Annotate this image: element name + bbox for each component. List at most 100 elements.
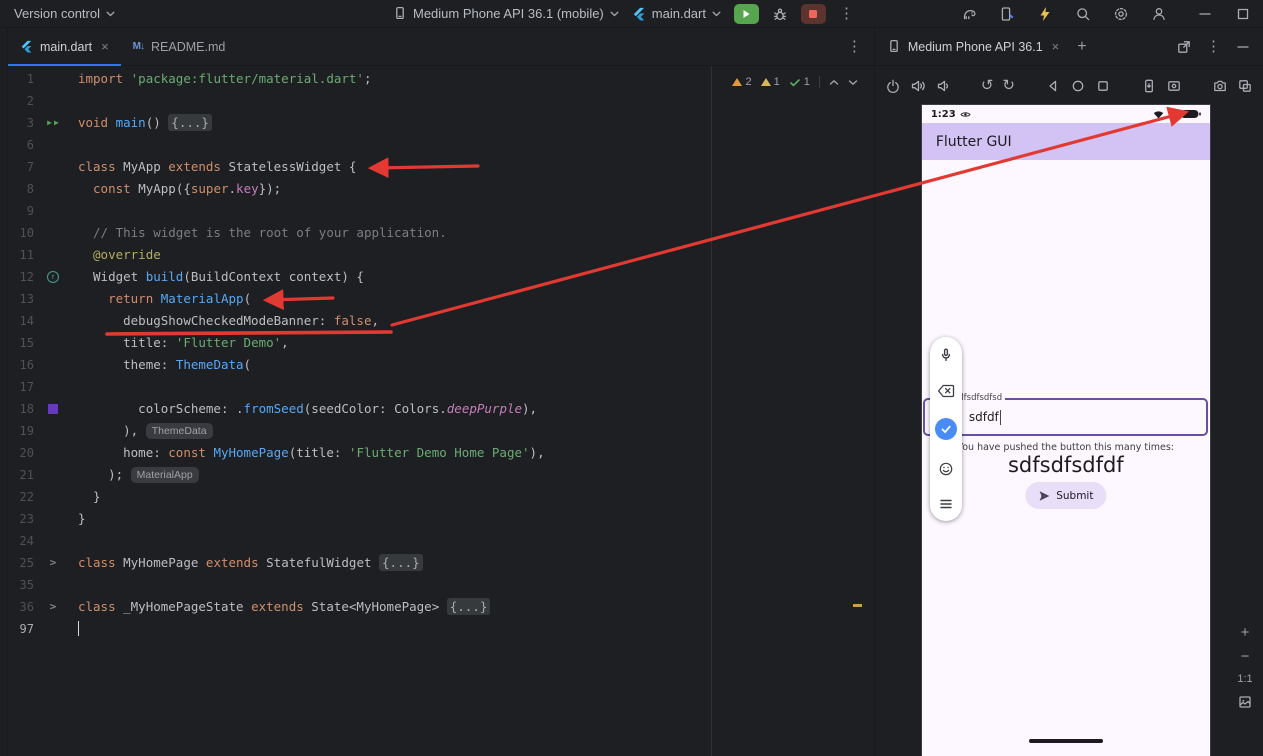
code-line[interactable]: 13 return MaterialApp( bbox=[8, 288, 874, 310]
code-line[interactable]: 24 bbox=[8, 530, 874, 552]
home-icon[interactable] bbox=[1070, 78, 1086, 94]
stop-button[interactable] bbox=[800, 3, 826, 24]
line-number: 16 bbox=[19, 358, 34, 372]
prev-problem-icon[interactable] bbox=[829, 79, 839, 86]
device-selector[interactable]: Medium Phone API 36.1 (mobile) bbox=[393, 6, 619, 21]
rotate-right-icon[interactable]: ↻ bbox=[1002, 78, 1015, 93]
add-device-icon[interactable]: + bbox=[1077, 38, 1086, 55]
emoji-icon[interactable] bbox=[938, 461, 954, 477]
code-editor[interactable]: 1 import 'package:flutter/material.dart';… bbox=[8, 66, 874, 756]
close-tab-icon[interactable]: × bbox=[101, 39, 109, 54]
minimize-icon[interactable] bbox=[1197, 6, 1213, 22]
code-area[interactable]: 1 import 'package:flutter/material.dart';… bbox=[8, 68, 874, 640]
code-line[interactable]: 23} bbox=[8, 508, 874, 530]
check-icon[interactable] bbox=[934, 418, 957, 440]
version-control-menu[interactable]: Version control bbox=[14, 6, 115, 21]
emulator-screen[interactable]: 1:23 Flutter GUI sdfsdfsdfsd sdfdf You h… bbox=[921, 105, 1210, 756]
recents-icon[interactable] bbox=[1095, 78, 1111, 94]
open-in-window-icon[interactable] bbox=[1176, 39, 1192, 55]
emulator-text-field[interactable]: sdfsdfsdfsd sdfdf bbox=[922, 393, 1208, 436]
zoom-in-icon[interactable]: + bbox=[1241, 625, 1250, 640]
next-problem-icon[interactable] bbox=[848, 79, 858, 86]
more-vertical-icon[interactable]: ⋮ bbox=[1206, 39, 1221, 54]
fold-arrow-icon[interactable]: > bbox=[50, 596, 57, 618]
settings-gear-icon[interactable] bbox=[1113, 6, 1129, 22]
gutter: 1 bbox=[8, 68, 72, 90]
rotate-left-icon[interactable]: ↺ bbox=[981, 78, 994, 93]
debug-icon[interactable] bbox=[772, 6, 788, 22]
code-line[interactable]: 8 const MyApp({super.key}); bbox=[8, 178, 874, 200]
more-vertical-icon[interactable]: ⋮ bbox=[839, 6, 854, 21]
maximize-icon[interactable] bbox=[1235, 6, 1251, 22]
fit-screen-icon[interactable] bbox=[1237, 694, 1253, 710]
ok-count[interactable]: 1 bbox=[789, 76, 810, 88]
gesture-bar[interactable] bbox=[1028, 739, 1103, 743]
code-line[interactable]: 35 bbox=[8, 574, 874, 596]
code-line[interactable]: 9 bbox=[8, 200, 874, 222]
inlay-hint[interactable]: MaterialApp bbox=[130, 467, 199, 483]
close-tab-icon[interactable]: × bbox=[1052, 39, 1060, 54]
run-configuration-selector[interactable]: main.dart bbox=[632, 6, 721, 21]
more-vertical-icon[interactable]: ⋮ bbox=[847, 39, 862, 54]
code-text: theme: ThemeData( bbox=[77, 357, 252, 372]
submit-button[interactable]: Submit bbox=[1025, 482, 1107, 509]
back-icon[interactable] bbox=[1045, 78, 1061, 94]
code-line[interactable]: 7 class MyApp extends StatelessWidget { bbox=[8, 156, 874, 178]
backspace-icon[interactable] bbox=[937, 384, 955, 398]
fold-arrow-icon[interactable]: > bbox=[50, 552, 57, 574]
code-line[interactable]: 20 home: const MyHomePage(title: 'Flutte… bbox=[8, 442, 874, 464]
code-line[interactable]: 19 ), ThemeData bbox=[8, 420, 874, 442]
code-line[interactable]: 17 bbox=[8, 376, 874, 398]
microphone-icon[interactable] bbox=[938, 347, 954, 363]
volume-up-icon[interactable] bbox=[910, 78, 926, 94]
tab-main-dart[interactable]: main.dart × bbox=[7, 28, 121, 66]
weak-warnings-count[interactable]: 1 bbox=[760, 76, 780, 88]
flutter-icon bbox=[21, 40, 32, 53]
device-manager-icon[interactable] bbox=[999, 6, 1015, 22]
scrollbar-mark[interactable] bbox=[852, 604, 862, 607]
tab-readme-md[interactable]: M↓ README.md bbox=[121, 28, 238, 65]
inlay-hint[interactable]: ThemeData bbox=[145, 423, 213, 439]
code-line[interactable]: 22 } bbox=[8, 486, 874, 508]
code-line[interactable]: 2 bbox=[8, 90, 874, 112]
code-text: } bbox=[77, 489, 101, 504]
record-icon[interactable] bbox=[1166, 78, 1182, 94]
warnings-count[interactable]: 2 bbox=[732, 76, 752, 88]
code-line[interactable]: 10 // This widget is the root of your ap… bbox=[8, 222, 874, 244]
code-line[interactable]: 18 colorScheme: .fromSeed(seedColor: Col… bbox=[8, 398, 874, 420]
volume-down-icon[interactable] bbox=[935, 78, 951, 94]
run-button[interactable] bbox=[733, 3, 759, 24]
code-line[interactable]: 6 bbox=[8, 134, 874, 156]
code-line[interactable]: 11 @override bbox=[8, 244, 874, 266]
code-line[interactable]: 36 > class _MyHomePageState extends State<… bbox=[8, 596, 874, 618]
display-mode-icon[interactable] bbox=[1237, 78, 1253, 94]
code-line[interactable]: 12 ↑ Widget build(BuildContext context) { bbox=[8, 266, 874, 288]
gradle-icon[interactable] bbox=[961, 6, 977, 22]
color-swatch[interactable] bbox=[47, 404, 58, 414]
code-line[interactable]: 25 > class MyHomePage extends StatefulWidg… bbox=[8, 552, 874, 574]
code-line[interactable]: 97 bbox=[8, 618, 874, 640]
code-line[interactable]: 21 ); MaterialApp bbox=[8, 464, 874, 486]
run-gutter-icon[interactable]: ▶ bbox=[54, 119, 59, 127]
menu-icon[interactable] bbox=[939, 497, 953, 511]
screenshot-icon[interactable] bbox=[1141, 78, 1157, 94]
folded-region[interactable]: {...} bbox=[168, 114, 212, 131]
lightning-icon[interactable] bbox=[1037, 6, 1053, 22]
search-icon[interactable] bbox=[1075, 6, 1091, 22]
camera-icon[interactable] bbox=[1212, 78, 1228, 94]
folded-region[interactable]: {...} bbox=[379, 554, 423, 571]
code-line[interactable]: 14 debugShowCheckedModeBanner: false, bbox=[8, 310, 874, 332]
device-tab[interactable]: Medium Phone API 36.1 × bbox=[887, 39, 1059, 54]
inspections-widget[interactable]: 2 1 1 bbox=[732, 76, 858, 88]
ime-toolbar[interactable] bbox=[929, 337, 962, 521]
zoom-out-icon[interactable]: − bbox=[1241, 649, 1250, 664]
code-line[interactable]: 16 theme: ThemeData( bbox=[8, 354, 874, 376]
power-icon[interactable] bbox=[885, 78, 901, 94]
folded-region[interactable]: {...} bbox=[446, 598, 491, 615]
profile-icon[interactable] bbox=[1151, 6, 1167, 22]
code-line[interactable]: 3 ▶ ▶ void main() {...} bbox=[8, 112, 874, 134]
code-line[interactable]: 15 title: 'Flutter Demo', bbox=[8, 332, 874, 354]
override-gutter-icon[interactable]: ↑ bbox=[46, 271, 59, 283]
run-gutter-icon[interactable]: ▶ bbox=[47, 119, 52, 127]
hide-panel-icon[interactable] bbox=[1235, 39, 1251, 55]
